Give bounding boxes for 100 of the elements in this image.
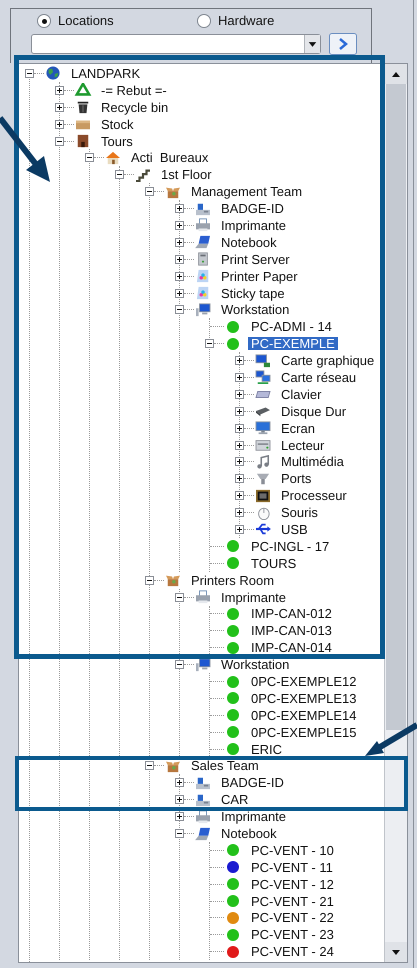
tree-item[interactable]: TOURS <box>248 556 300 570</box>
tree-item[interactable]: Printer Paper <box>218 270 301 283</box>
radio-label[interactable]: Hardware <box>218 11 274 31</box>
tree-item[interactable]: Workstation <box>218 658 292 672</box>
tree-item[interactable]: 0PC-EXEMPLE15 <box>248 726 360 739</box>
expand-toggle[interactable] <box>205 339 214 348</box>
tree-item[interactable]: PC-ADMI - 14 <box>248 320 335 334</box>
expand-toggle[interactable] <box>175 795 184 804</box>
expand-toggle[interactable] <box>235 372 244 382</box>
expand-toggle[interactable] <box>235 390 244 399</box>
expand-toggle[interactable] <box>175 305 184 314</box>
tree-item[interactable]: Imprimante <box>218 218 290 232</box>
scrollbar[interactable] <box>384 64 407 962</box>
tree-item[interactable]: Notebook <box>218 236 280 249</box>
tree-item[interactable]: IMP-CAN-012 <box>248 607 335 620</box>
scrollbar-thumb[interactable] <box>386 84 406 730</box>
expand-toggle[interactable] <box>175 220 184 230</box>
expand-toggle[interactable] <box>145 761 154 770</box>
tree-item[interactable]: PC-VENT - 24 <box>248 945 337 958</box>
expand-toggle[interactable] <box>175 204 184 214</box>
tree-item[interactable]: Carte graphique <box>278 354 378 368</box>
scroll-up-icon[interactable] <box>385 64 407 84</box>
expand-toggle[interactable] <box>235 356 244 366</box>
expand-toggle[interactable] <box>235 474 244 484</box>
tree-item[interactable]: Sticky tape <box>218 286 288 300</box>
expand-toggle[interactable] <box>175 592 184 602</box>
tree-item[interactable]: PC-VENT - 22 <box>248 911 337 924</box>
tree-item[interactable]: IMP-CAN-014 <box>248 641 335 654</box>
expand-toggle[interactable] <box>55 120 64 129</box>
tree-item[interactable]: Printers Room <box>188 574 278 587</box>
package-icon <box>164 184 182 199</box>
expand-toggle[interactable] <box>145 576 154 585</box>
tree-item[interactable]: 0PC-EXEMPLE14 <box>248 708 360 722</box>
tree-item[interactable]: Workstation <box>218 303 292 316</box>
tree-item[interactable]: BADGE-ID <box>218 202 287 216</box>
expand-toggle[interactable] <box>55 86 64 95</box>
expand-toggle[interactable] <box>175 660 184 670</box>
tree-item[interactable]: Carte réseau <box>278 370 360 384</box>
tree-item[interactable]: 1st Floor <box>158 168 215 182</box>
dropdown-caret-icon[interactable] <box>304 35 320 53</box>
tree-item[interactable]: Tours <box>98 134 136 148</box>
tree-item[interactable]: CAR <box>218 793 252 806</box>
expand-toggle[interactable] <box>175 829 184 838</box>
tree-item[interactable]: IMP-CAN-013 <box>248 624 335 638</box>
expand-toggle[interactable] <box>175 812 184 822</box>
tree-item[interactable]: 0PC-EXEMPLE13 <box>248 692 360 705</box>
radio-button[interactable] <box>37 14 51 28</box>
tree-item[interactable]: Souris <box>278 506 321 520</box>
expand-toggle[interactable] <box>145 187 154 196</box>
tree-item[interactable]: USB <box>278 522 311 536</box>
go-button[interactable] <box>329 33 357 55</box>
tree-item[interactable]: PC-VENT - 12 <box>248 878 337 891</box>
tree-item[interactable]: Acti Bureaux <box>128 151 212 164</box>
tree-item[interactable]: Imprimante <box>218 810 290 824</box>
expand-toggle[interactable] <box>235 457 244 466</box>
tree-item[interactable]: 0PC-EXEMPLE12 <box>248 675 360 688</box>
tree-item[interactable]: -= Rebut =- <box>98 84 170 97</box>
expand-toggle[interactable] <box>235 424 244 433</box>
tree-item[interactable]: Ecran <box>278 422 318 435</box>
tree-item[interactable]: PC-INGL - 17 <box>248 540 332 553</box>
expand-toggle[interactable] <box>55 102 64 112</box>
tree-item[interactable]: ERIC <box>248 742 286 756</box>
tree-item[interactable]: PC-VENT - 23 <box>248 928 337 942</box>
tree-item[interactable]: PC-VENT - 21 <box>248 894 337 908</box>
expand-toggle[interactable] <box>175 288 184 298</box>
tree-item[interactable]: Recycle bin <box>98 100 172 114</box>
expand-toggle[interactable] <box>25 68 34 78</box>
tree-item[interactable]: Lecteur <box>278 438 328 452</box>
expand-toggle[interactable] <box>55 136 64 146</box>
tree-item[interactable]: Multimédia <box>278 455 347 468</box>
radio-button[interactable] <box>197 14 211 28</box>
tree-item[interactable]: Sales Team <box>188 759 262 772</box>
tree-item[interactable]: Clavier <box>278 388 324 401</box>
tree-item[interactable]: BADGE-ID <box>218 776 287 790</box>
expand-toggle[interactable] <box>235 406 244 416</box>
expand-toggle[interactable] <box>235 524 244 534</box>
tree-item[interactable]: Processeur <box>278 489 350 502</box>
tree-item[interactable]: Print Server <box>218 252 293 266</box>
expand-toggle[interactable] <box>175 254 184 264</box>
tree-item[interactable]: Disque Dur <box>278 404 350 418</box>
expand-toggle[interactable] <box>175 778 184 788</box>
tree-item[interactable]: PC-EXEMPLE <box>248 337 338 350</box>
tree-item[interactable]: Management Team <box>188 185 306 198</box>
expand-toggle[interactable] <box>175 272 184 281</box>
tree-item[interactable]: Notebook <box>218 827 280 840</box>
expand-toggle[interactable] <box>115 170 124 180</box>
annotation-arrow <box>365 722 417 756</box>
tree-item[interactable]: Stock <box>98 118 137 131</box>
expand-toggle[interactable] <box>175 238 184 247</box>
expand-toggle[interactable] <box>235 491 244 500</box>
expand-toggle[interactable] <box>85 153 94 162</box>
tree-item[interactable]: Imprimante <box>218 590 290 604</box>
expand-toggle[interactable] <box>235 440 244 450</box>
tree-item[interactable]: LANDPARK <box>68 66 144 80</box>
expand-toggle[interactable] <box>235 508 244 518</box>
tree-item[interactable]: PC-VENT - 11 <box>248 860 336 874</box>
tree-item[interactable]: PC-VENT - 10 <box>248 844 337 857</box>
tree-item[interactable]: Ports <box>278 472 314 486</box>
scroll-down-icon[interactable] <box>385 942 407 962</box>
radio-label[interactable]: Locations <box>58 11 114 31</box>
